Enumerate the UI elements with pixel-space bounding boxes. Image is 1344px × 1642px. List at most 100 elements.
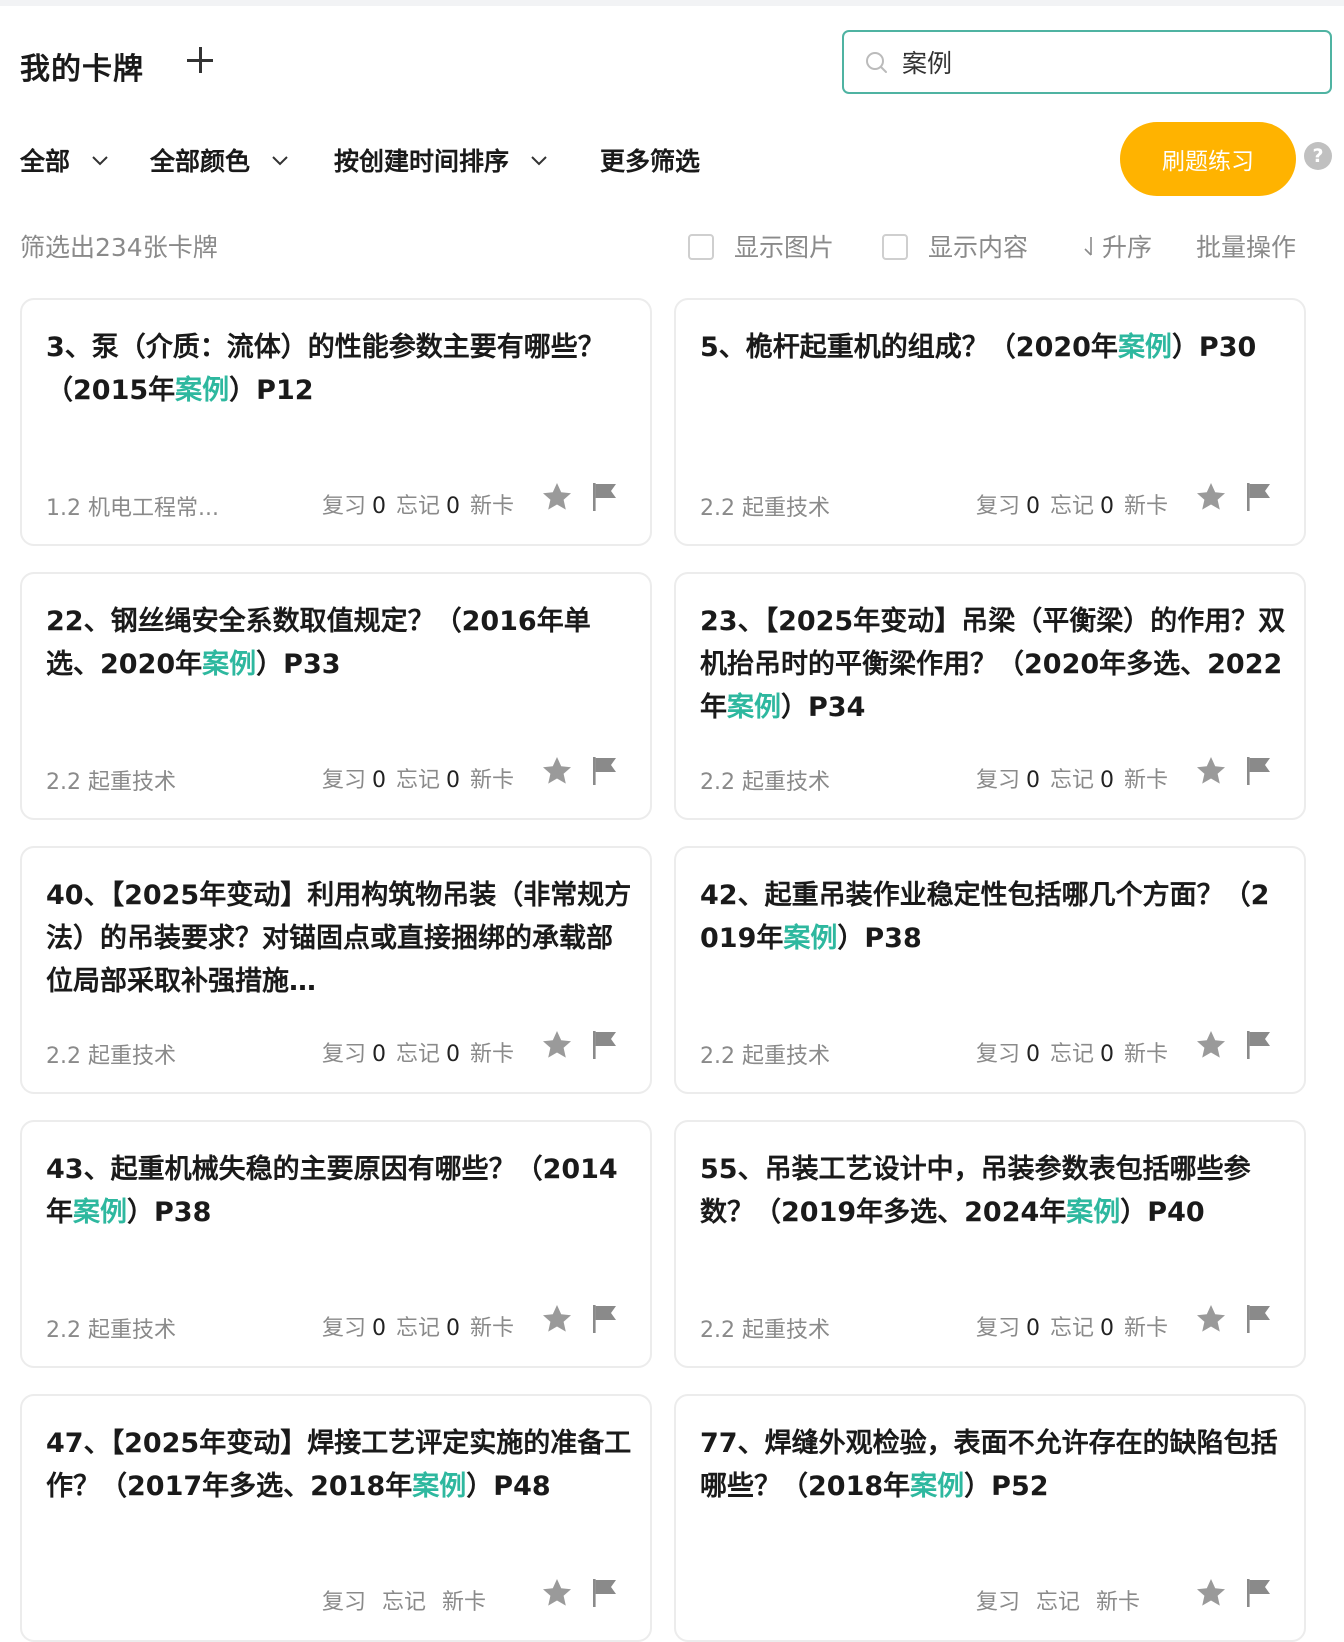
star-icon[interactable] bbox=[540, 1028, 574, 1062]
card[interactable]: 40、【2025年变动】利用构筑物吊装（非常规方法）的吊装要求？对锚固点或直接捆… bbox=[20, 846, 652, 1094]
help-icon[interactable]: ? bbox=[1304, 142, 1332, 170]
forget-count: 0 bbox=[1100, 1042, 1115, 1067]
card-category: 2.2 起重技术 bbox=[700, 1318, 830, 1343]
card[interactable]: 55、吊装工艺设计中，吊装参数表包括哪些参数？（2019年多选、2024年案例）… bbox=[674, 1120, 1306, 1368]
forget-count: 0 bbox=[446, 1042, 461, 1067]
show-image-toggle[interactable]: 显示图片 bbox=[688, 228, 834, 264]
card-title-suffix: ）P48 bbox=[466, 1471, 551, 1502]
show-content-toggle[interactable]: 显示内容 bbox=[882, 228, 1028, 264]
review-label: 复习 bbox=[976, 1316, 1021, 1341]
flag-icon[interactable] bbox=[1244, 480, 1274, 514]
card[interactable]: 23、【2025年变动】吊梁（平衡梁）的作用？双机抬吊时的平衡梁作用？（2020… bbox=[674, 572, 1306, 820]
new-card-label: 新卡 bbox=[1096, 1590, 1141, 1615]
card-title-text: 5、桅杆起重机的组成？（2020年 bbox=[700, 332, 1118, 363]
sort-order-label: 升序 bbox=[1102, 233, 1153, 262]
flag-icon[interactable] bbox=[590, 1576, 620, 1610]
review-label: 复习 bbox=[322, 768, 367, 793]
forget-count: 0 bbox=[446, 1316, 461, 1341]
filter-all-dropdown[interactable]: 全部 bbox=[20, 142, 109, 178]
batch-operation-button[interactable]: 批量操作 bbox=[1196, 228, 1296, 264]
filter-color-dropdown[interactable]: 全部颜色 bbox=[150, 142, 289, 178]
card-stats: 复习 0 忘记 0 新卡 bbox=[322, 488, 514, 520]
search-input[interactable] bbox=[902, 42, 1302, 82]
new-card-label: 新卡 bbox=[1124, 1042, 1169, 1067]
sort-dropdown[interactable]: 按创建时间排序 bbox=[334, 142, 548, 178]
review-label: 复习 bbox=[976, 494, 1021, 519]
show-image-label: 显示图片 bbox=[734, 233, 835, 262]
search-box[interactable] bbox=[842, 30, 1332, 94]
card-category: 2.2 起重技术 bbox=[46, 1044, 176, 1069]
flag-icon[interactable] bbox=[1244, 1302, 1274, 1336]
card-stats: 复习 0 忘记 0 新卡 bbox=[976, 1310, 1168, 1342]
card[interactable]: 22、钢丝绳安全系数取值规定？（2016年单选、2020年案例）P33 2.2 … bbox=[20, 572, 652, 820]
flag-icon[interactable] bbox=[1244, 1028, 1274, 1062]
status-bar: 筛选出234张卡牌 显示图片 显示内容 升序 批量操作 bbox=[20, 228, 1344, 268]
forget-label: 忘记 bbox=[1036, 1590, 1081, 1615]
card[interactable]: 42、起重吊装作业稳定性包括哪几个方面？（2019年案例）P38 2.2 起重技… bbox=[674, 846, 1306, 1094]
star-icon[interactable] bbox=[1194, 480, 1228, 514]
card-title: 23、【2025年变动】吊梁（平衡梁）的作用？双机抬吊时的平衡梁作用？（2020… bbox=[700, 600, 1286, 729]
top-divider bbox=[0, 0, 1344, 6]
card-title-highlight: 案例 bbox=[175, 375, 230, 406]
card-title-suffix: ）P40 bbox=[1120, 1197, 1205, 1228]
filter-all-label: 全部 bbox=[20, 147, 71, 176]
card-title-highlight: 案例 bbox=[910, 1471, 965, 1502]
chevron-down-icon bbox=[531, 156, 547, 166]
card[interactable]: 77、焊缝外观检验，表面不允许存在的缺陷包括哪些？（2018年案例）P52 复习… bbox=[674, 1394, 1306, 1642]
sort-order-toggle[interactable]: 升序 bbox=[1082, 228, 1152, 264]
new-card-label: 新卡 bbox=[1124, 1316, 1169, 1341]
card[interactable]: 43、起重机械失稳的主要原因有哪些？（2014年案例）P38 2.2 起重技术 … bbox=[20, 1120, 652, 1368]
search-icon bbox=[866, 52, 887, 73]
star-icon[interactable] bbox=[1194, 1028, 1228, 1062]
card-category: 2.2 起重技术 bbox=[700, 496, 830, 521]
flag-icon[interactable] bbox=[1244, 1576, 1274, 1610]
flag-icon[interactable] bbox=[590, 480, 620, 514]
forget-label: 忘记 bbox=[1050, 768, 1095, 793]
card-title-highlight: 案例 bbox=[412, 1471, 467, 1502]
card-stats: 复习 0 忘记 0 新卡 bbox=[322, 762, 514, 794]
show-image-checkbox[interactable] bbox=[688, 234, 714, 260]
flag-icon[interactable] bbox=[590, 1028, 620, 1062]
new-card-label: 新卡 bbox=[470, 1316, 515, 1341]
star-icon[interactable] bbox=[1194, 754, 1228, 788]
flag-icon[interactable] bbox=[590, 1302, 620, 1336]
review-label: 复习 bbox=[322, 494, 367, 519]
star-icon[interactable] bbox=[1194, 1576, 1228, 1610]
card-stats: 复习 0 忘记 0 新卡 bbox=[976, 762, 1168, 794]
more-filters-button[interactable]: 更多筛选 bbox=[600, 142, 700, 178]
new-card-label: 新卡 bbox=[1124, 768, 1169, 793]
card[interactable]: 3、泵（介质：流体）的性能参数主要有哪些？（2015年案例）P12 1.2 机电… bbox=[20, 298, 652, 546]
star-icon[interactable] bbox=[540, 480, 574, 514]
card-title-highlight: 案例 bbox=[783, 923, 838, 954]
card-title-highlight: 案例 bbox=[1117, 332, 1172, 363]
review-label: 复习 bbox=[322, 1590, 367, 1615]
card-category: 1.2 机电工程常... bbox=[46, 496, 219, 521]
flag-icon[interactable] bbox=[590, 754, 620, 788]
chevron-down-icon bbox=[272, 156, 288, 166]
card[interactable]: 5、桅杆起重机的组成？（2020年案例）P30 2.2 起重技术 复习 0 忘记 0 新… bbox=[674, 298, 1306, 546]
forget-count: 0 bbox=[1100, 768, 1115, 793]
star-icon[interactable] bbox=[1194, 1302, 1228, 1336]
card-title-suffix: ）P38 bbox=[837, 923, 922, 954]
practice-button[interactable]: 刷题练习 bbox=[1120, 122, 1296, 196]
review-count: 0 bbox=[372, 494, 387, 519]
forget-label: 忘记 bbox=[1050, 494, 1095, 519]
card-title: 5、桅杆起重机的组成？（2020年案例）P30 bbox=[700, 326, 1286, 369]
card[interactable]: 47、【2025年变动】焊接工艺评定实施的准备工作？（2017年多选、2018年… bbox=[20, 1394, 652, 1642]
star-icon[interactable] bbox=[540, 1302, 574, 1336]
card-title-suffix: ）P38 bbox=[127, 1197, 212, 1228]
card-stats: 复习 0 忘记 0 新卡 bbox=[322, 1036, 514, 1068]
star-icon[interactable] bbox=[540, 1576, 574, 1610]
card-title-suffix: ）P30 bbox=[1171, 332, 1257, 363]
card-title-suffix: ）P34 bbox=[781, 692, 866, 723]
card-title: 3、泵（介质：流体）的性能参数主要有哪些？（2015年案例）P12 bbox=[46, 326, 632, 412]
show-content-checkbox[interactable] bbox=[882, 234, 908, 260]
plus-icon[interactable] bbox=[178, 38, 222, 82]
new-card-label: 新卡 bbox=[1124, 494, 1169, 519]
star-icon[interactable] bbox=[540, 754, 574, 788]
forget-label: 忘记 bbox=[382, 1590, 427, 1615]
review-count: 0 bbox=[372, 768, 387, 793]
review-label: 复习 bbox=[976, 768, 1021, 793]
flag-icon[interactable] bbox=[1244, 754, 1274, 788]
card-title: 22、钢丝绳安全系数取值规定？（2016年单选、2020年案例）P33 bbox=[46, 600, 632, 686]
